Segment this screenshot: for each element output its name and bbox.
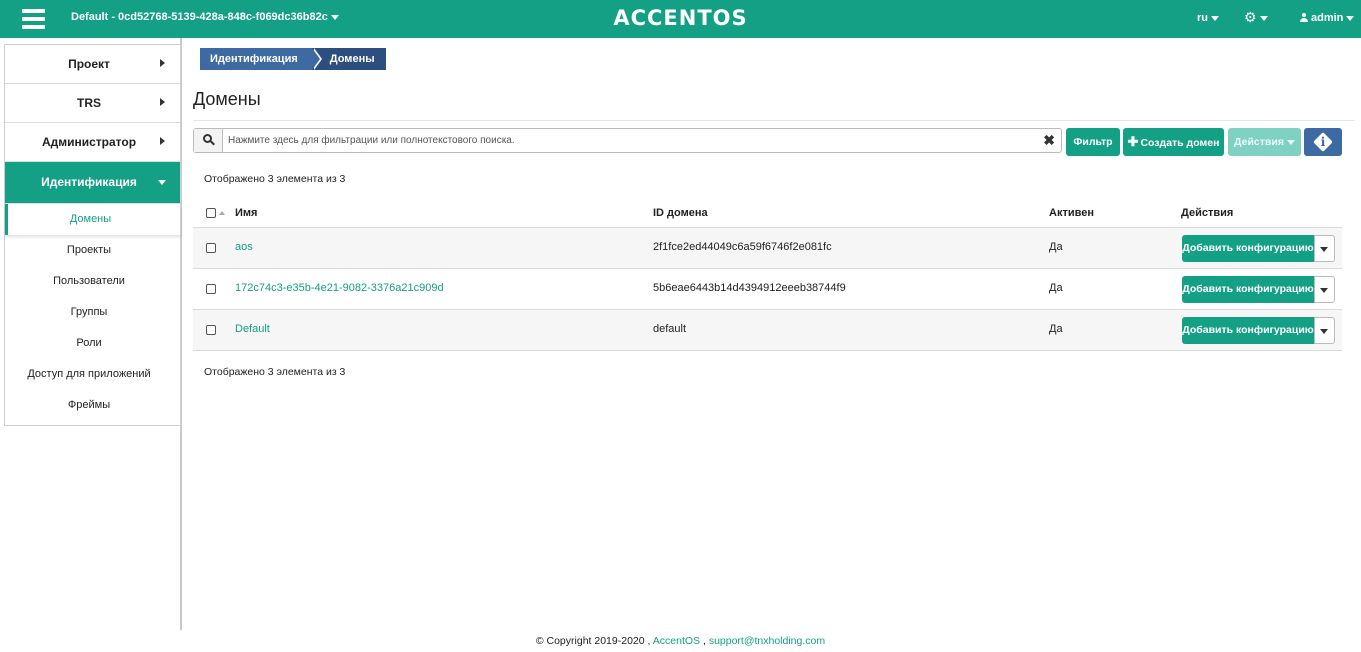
sidebar: Проект TRS Администратор Идентификация Д… (4, 44, 181, 426)
sidebar-item-projects[interactable]: Проекты (5, 235, 173, 266)
logo: ACCENTOS (613, 6, 748, 30)
sidebar-section-label: Администратор (41, 135, 137, 149)
chevron-down-icon (1211, 15, 1219, 21)
actions-label: Действия (1234, 136, 1284, 148)
chevron-down-icon (1346, 15, 1355, 21)
brand-link[interactable]: AccentOS (653, 635, 700, 647)
sidebar-section-trs[interactable]: TRS (5, 84, 180, 123)
domain-active: Да (1049, 282, 1063, 294)
sort-icon[interactable] (219, 211, 225, 215)
row-actions-dropdown[interactable] (1314, 235, 1335, 262)
copyright-text: © Copyright 2019-2020 , (535, 635, 651, 647)
sidebar-section-label: Проект (68, 57, 110, 71)
sidebar-item-app-access[interactable]: Доступ для приложений (5, 359, 173, 390)
select-all-checkbox[interactable] (206, 208, 216, 218)
domain-name-link[interactable]: Default (235, 323, 270, 335)
domain-active: Да (1049, 241, 1063, 253)
chevron-right-icon (160, 59, 165, 67)
search-button[interactable] (194, 129, 223, 152)
sidebar-item-roles[interactable]: Роли (5, 328, 173, 359)
table-row: 172c74c3-e35b-4e21-9082-3376a21c909d 5b6… (193, 269, 1342, 310)
chevron-down-icon (1320, 329, 1328, 334)
user-menu[interactable]: admin (1300, 12, 1355, 24)
domains-table: Имя ID домена Активен Действия aos 2f1fc… (193, 199, 1342, 351)
language-selector[interactable]: ru (1197, 12, 1219, 24)
row-action-group: Добавить конфигурацию (1182, 276, 1335, 303)
chevron-down-icon (1320, 247, 1328, 252)
domain-id: 2f1fce2ed44049c6a59f6746f2e081fc (653, 241, 832, 253)
support-email-link[interactable]: support@tnxholding.com (709, 635, 825, 647)
page-title: Домены (193, 89, 261, 109)
domain-id: default (653, 323, 687, 335)
clear-icon[interactable]: ✖ (1043, 132, 1055, 149)
row-action-group: Добавить конфигурацию (1182, 317, 1335, 344)
header-id[interactable]: ID домена (653, 207, 708, 219)
domain-id: 5b6eae6443b14d4394912eeeb38744f9 (653, 282, 846, 294)
language-label: ru (1197, 12, 1208, 24)
domain-active: Да (1049, 323, 1063, 335)
row-checkbox[interactable] (206, 243, 216, 253)
table-header: Имя ID домена Активен Действия (193, 199, 1342, 228)
sidebar-item-frames[interactable]: Фреймы (5, 390, 173, 421)
sidebar-section-label: TRS (77, 96, 101, 110)
sidebar-section-project[interactable]: Проект (5, 45, 180, 84)
chevron-down-icon (1259, 15, 1268, 21)
domain-name-link[interactable]: 172c74c3-e35b-4e21-9082-3376a21c909d (235, 282, 444, 294)
sidebar-section-identity[interactable]: Идентификация (5, 162, 180, 204)
user-name: admin (1311, 12, 1344, 24)
breadcrumb: Идентификация Домены (200, 48, 386, 70)
items-count-bottom: Отображено 3 элемента из 3 (204, 366, 346, 378)
theme-menu[interactable]: ⚙ (1244, 9, 1268, 26)
top-bar: Default - 0cd52768-5139-428a-848c-f069dc… (0, 0, 1361, 38)
sidebar-item-groups[interactable]: Группы (5, 297, 173, 328)
items-count: Отображено 3 элемента из 3 (204, 173, 346, 185)
info-icon-glyph: i (1320, 135, 1326, 149)
sidebar-item-domains[interactable]: Домены (5, 204, 181, 235)
row-action-group: Добавить конфигурацию (1182, 235, 1335, 262)
add-config-button[interactable]: Добавить конфигурацию (1182, 317, 1314, 344)
sidebar-section-admin[interactable]: Администратор (5, 123, 180, 162)
sidebar-section-label: Идентификация (41, 175, 137, 189)
info-button[interactable]: i (1304, 128, 1342, 156)
row-actions-dropdown[interactable] (1314, 276, 1335, 303)
row-checkbox[interactable] (206, 325, 216, 335)
footer: © Copyright 2019-2020 , AccentOS , suppo… (0, 635, 1361, 647)
table-row: aos 2f1fce2ed44049c6a59f6746f2e081fc Да … (193, 228, 1342, 269)
gear-icon: ⚙ (1244, 9, 1257, 25)
search-icon-handle (210, 140, 215, 146)
chevron-down-icon (158, 180, 166, 185)
header-name[interactable]: Имя (235, 207, 257, 219)
footer-separator: , (702, 635, 706, 647)
add-config-button[interactable]: Добавить конфигурацию (1182, 276, 1314, 303)
chevron-down-icon (1286, 139, 1295, 145)
create-domain-button[interactable]: ✚ Создать домен (1123, 128, 1224, 156)
add-config-button[interactable]: Добавить конфигурацию (1182, 235, 1314, 262)
row-actions-dropdown[interactable] (1314, 317, 1335, 344)
create-domain-label: Создать домен (1140, 137, 1220, 149)
chevron-down-icon (1320, 288, 1328, 293)
breadcrumb-item-identity[interactable]: Идентификация (200, 48, 322, 70)
plus-icon: ✚ (1127, 134, 1139, 149)
search-bar: ✖ (193, 128, 1062, 153)
header-active[interactable]: Активен (1049, 207, 1094, 219)
sidebar-item-users[interactable]: Пользователи (5, 266, 173, 297)
chevron-right-icon (160, 98, 165, 106)
user-icon (1300, 13, 1308, 22)
search-input[interactable] (228, 129, 1028, 152)
actions-button[interactable]: Действия (1228, 128, 1301, 156)
row-checkbox[interactable] (206, 284, 216, 294)
header-actions: Действия (1181, 207, 1234, 219)
divider (193, 120, 1355, 121)
table-row: Default default Да Добавить конфигурацию (193, 310, 1342, 351)
breadcrumb-item-domains[interactable]: Домены (311, 48, 386, 70)
chevron-right-icon (160, 137, 165, 145)
domain-name-link[interactable]: aos (235, 241, 253, 253)
filter-button[interactable]: Фильтр (1066, 128, 1120, 156)
